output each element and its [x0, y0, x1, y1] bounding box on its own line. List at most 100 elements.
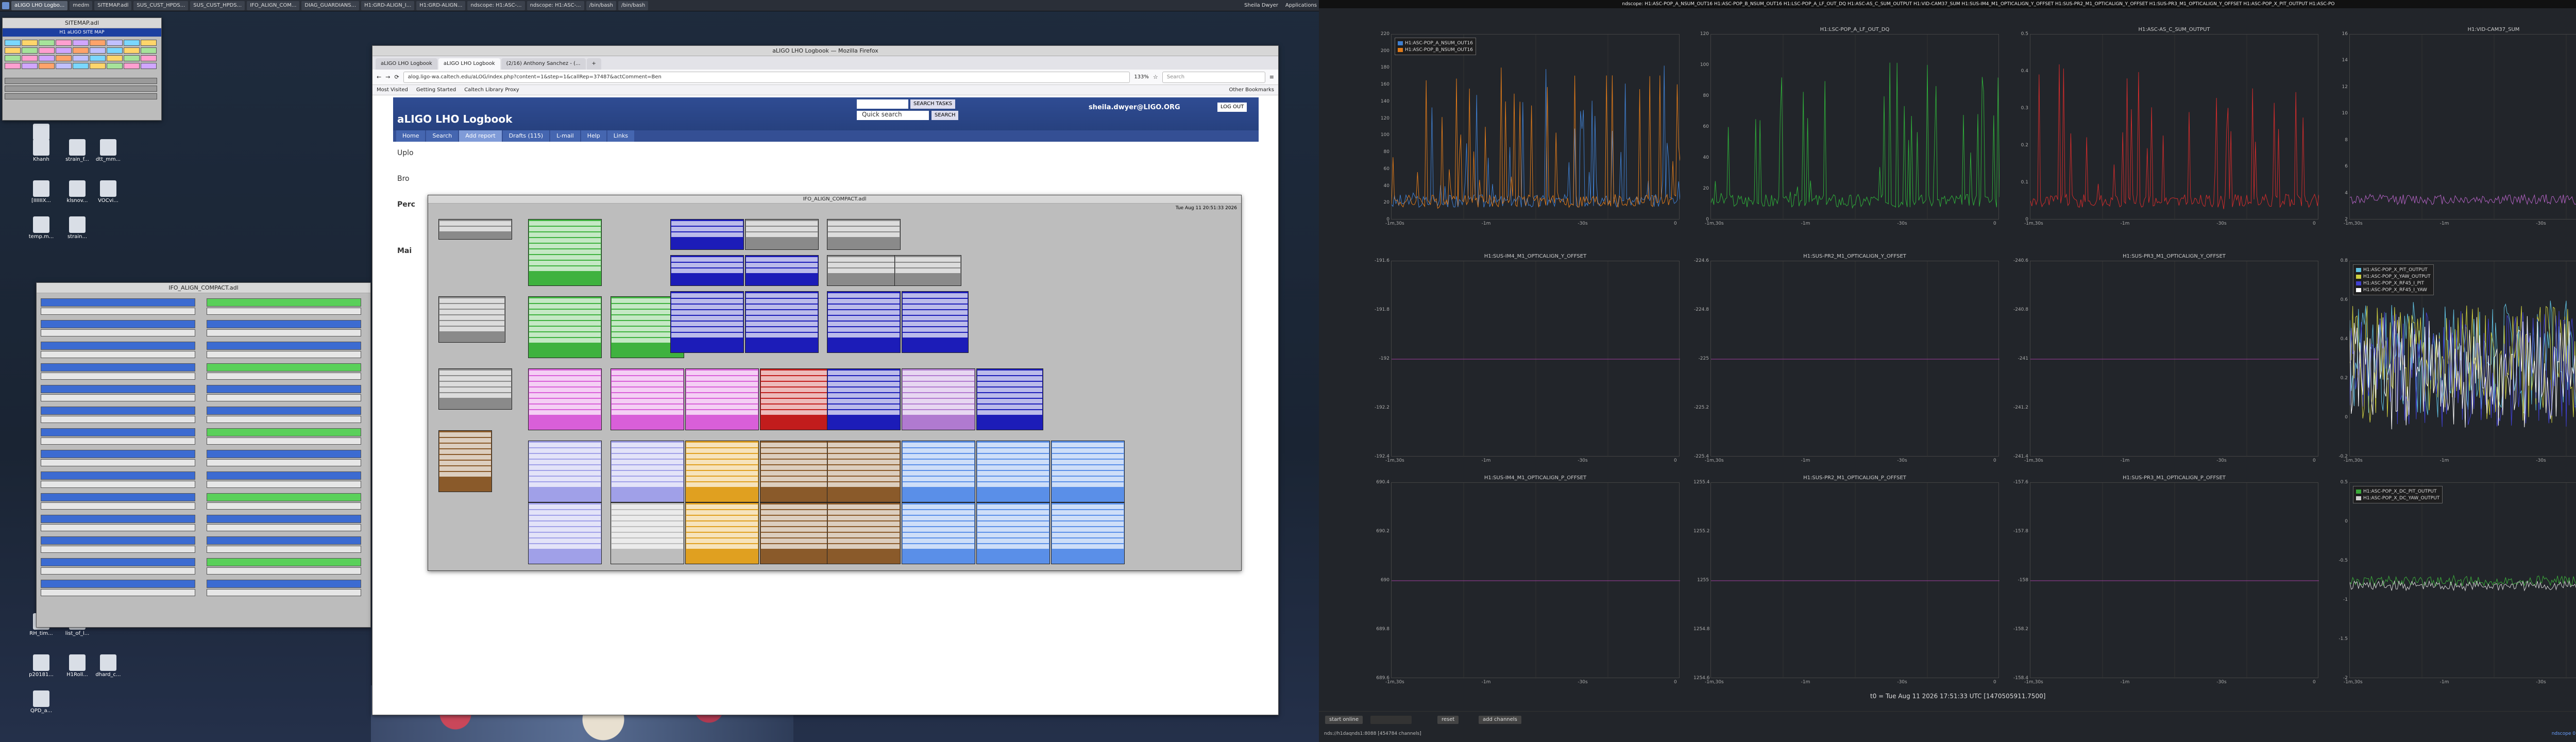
optic-block[interactable]: [670, 291, 744, 353]
app-menu-icon[interactable]: [2, 2, 9, 9]
optic-block[interactable]: [610, 502, 684, 564]
nav-link[interactable]: Links: [607, 130, 635, 142]
guardian-row-right[interactable]: [207, 558, 361, 566]
taskbar-item[interactable]: SUS_CUST_HPDS...: [190, 1, 245, 10]
guardian-row-left[interactable]: [41, 450, 195, 458]
add-channels-button[interactable]: add channels: [1479, 716, 1521, 724]
guardian-row-left[interactable]: [41, 558, 195, 566]
forward-icon[interactable]: →: [385, 74, 390, 80]
sitemap-cell[interactable]: [73, 55, 89, 61]
guardian-row-right[interactable]: [207, 363, 361, 372]
sitemap-cell[interactable]: [56, 47, 72, 54]
desktop-icon[interactable]: QPD_a...: [21, 690, 62, 714]
zoom-level[interactable]: 133%: [1134, 74, 1149, 80]
desktop-icon[interactable]: p20181...: [21, 654, 62, 678]
sitemap-cell[interactable]: [141, 55, 157, 61]
optic-block[interactable]: [902, 291, 969, 353]
sitemap-cell[interactable]: [56, 40, 72, 46]
nav-link[interactable]: L-mail: [550, 130, 580, 142]
optic-block[interactable]: [438, 430, 492, 492]
nav-link[interactable]: Home: [396, 130, 426, 142]
sitemap-cell[interactable]: [90, 63, 106, 69]
browser-tab[interactable]: (2/16) Anthony Sanchez - (...: [501, 58, 586, 70]
plot-panel[interactable]: H1:VID-CAM37_SUM 16 14 12 10 8 6 4 2 -1m,30s -1m -3…: [2342, 27, 2576, 226]
desktop-icon[interactable]: temp.m...: [21, 216, 62, 240]
browser-tab[interactable]: aLIGO LHO Logbook: [376, 58, 437, 70]
guardian-row-left[interactable]: [41, 493, 195, 501]
sitemap-cell[interactable]: [141, 40, 157, 46]
taskbar-item[interactable]: H1:GRD-ALIGN_I...: [361, 1, 415, 10]
guardian-row-left[interactable]: [41, 385, 195, 393]
bookmark-item[interactable]: Getting Started: [416, 87, 456, 93]
plot-panel[interactable]: H1:SUS-IM4_M1_OPTICALIGN_Y_OFFSET -191.6 -…: [1375, 254, 1680, 463]
sitemap-cell[interactable]: [90, 47, 106, 54]
sitemap-window[interactable]: SITEMAP.adl H1 aLIGO SITE MAP: [2, 18, 162, 121]
guardian-row-right[interactable]: [207, 428, 361, 436]
nav-link[interactable]: Help: [581, 130, 606, 142]
search-button[interactable]: SEARCH: [931, 111, 959, 120]
plot-panel[interactable]: H1:SUS-PR2_M1_OPTICALIGN_Y_OFFSET -224.6 -…: [1694, 254, 1999, 463]
guardian-row-right[interactable]: [207, 536, 361, 545]
guardian-row-left[interactable]: [41, 298, 195, 307]
taskbar-item[interactable]: ndscope: H1:ASC-...: [527, 1, 584, 10]
optic-block[interactable]: [902, 368, 975, 430]
optic-block[interactable]: [894, 255, 961, 286]
guardian-row-right[interactable]: [207, 407, 361, 415]
applications-menu[interactable]: Applications: [1285, 3, 1317, 8]
optic-block[interactable]: [827, 441, 901, 502]
sitemap-cell[interactable]: [39, 55, 55, 61]
optic-block[interactable]: [685, 368, 759, 430]
sitemap-cell[interactable]: [5, 55, 21, 61]
stop-button[interactable]: [1370, 716, 1412, 724]
quick-search-input[interactable]: Quick search: [857, 111, 929, 120]
sitemap-cell[interactable]: [56, 55, 72, 61]
guardian-row-right[interactable]: [207, 320, 361, 328]
guardian-row-left[interactable]: [41, 407, 195, 415]
browser-tab-active[interactable]: aLIGO LHO Logbook: [438, 58, 500, 70]
optic-block[interactable]: [670, 219, 744, 250]
optic-block[interactable]: [685, 441, 759, 502]
guardian-row-right[interactable]: [207, 298, 361, 307]
optic-block[interactable]: [528, 368, 602, 430]
optic-block[interactable]: [744, 255, 819, 286]
desktop-icon[interactable]: Khanh: [21, 139, 62, 162]
taskbar-item[interactable]: SUS_CUST_HPDS...: [133, 1, 189, 10]
optic-block[interactable]: [827, 368, 901, 430]
search-input[interactable]: Search: [1162, 71, 1265, 83]
menu-icon[interactable]: ≡: [1269, 74, 1274, 80]
plot-panel[interactable]: 0.50-0.5-1-1.5-2-1m,30s-1m-30s0H1:ASC-PO…: [2338, 480, 2576, 685]
sitemap-cell[interactable]: [5, 47, 21, 54]
sitemap-cell[interactable]: [90, 40, 106, 46]
nav-link[interactable]: Search: [426, 130, 459, 142]
guardian-row-left[interactable]: [41, 363, 195, 372]
optic-block[interactable]: [610, 441, 684, 502]
plot-panel[interactable]: H1:SUS-PR3_M1_OPTICALIGN_Y_OFFSET -240.6 -…: [2013, 254, 2319, 463]
optic-block[interactable]: [827, 291, 901, 353]
sitemap-cell[interactable]: [107, 55, 123, 61]
medm-guardian-window[interactable]: IFO_ALIGN_COMPACT.adl: [36, 282, 371, 628]
optic-block[interactable]: [976, 441, 1050, 502]
sitemap-cell[interactable]: [39, 40, 55, 46]
plot-panel[interactable]: H1:SUS-PR2_M1_OPTICALIGN_P_OFFSET 1255.4 1…: [1693, 475, 1999, 685]
optic-block[interactable]: [744, 219, 819, 250]
sitemap-cell[interactable]: [73, 63, 89, 69]
guardian-row-right[interactable]: [207, 493, 361, 501]
ifo-align-overview-window[interactable]: IFO_ALIGN_COMPACT.adl Tue Aug 11 20:51:3…: [428, 195, 1242, 571]
guardian-row-right[interactable]: [207, 342, 361, 350]
task-dropdown[interactable]: [857, 99, 908, 109]
desktop-icon[interactable]: dtt_mm...: [88, 139, 129, 162]
desktop-icon[interactable]: [IIIIIIX...: [21, 180, 62, 204]
sitemap-cell[interactable]: [56, 63, 72, 69]
plot-panel[interactable]: H1:LSC-POP_A_LF_OUT_DQ 120 100 80 60 40 20 0 -1m…: [1700, 27, 2000, 226]
taskbar-item[interactable]: medm: [70, 1, 93, 10]
sitemap-cell[interactable]: [107, 47, 123, 54]
sitemap-cell[interactable]: [124, 40, 140, 46]
start-online-button[interactable]: start online: [1325, 716, 1363, 724]
nav-link[interactable]: Add report: [459, 130, 502, 142]
optic-block[interactable]: [685, 502, 759, 564]
other-bookmarks[interactable]: Other Bookmarks: [1229, 87, 1278, 93]
sitemap-cell[interactable]: [124, 55, 140, 61]
sitemap-cell[interactable]: [90, 55, 106, 61]
optic-block[interactable]: [827, 255, 901, 286]
guardian-row-right[interactable]: [207, 580, 361, 588]
